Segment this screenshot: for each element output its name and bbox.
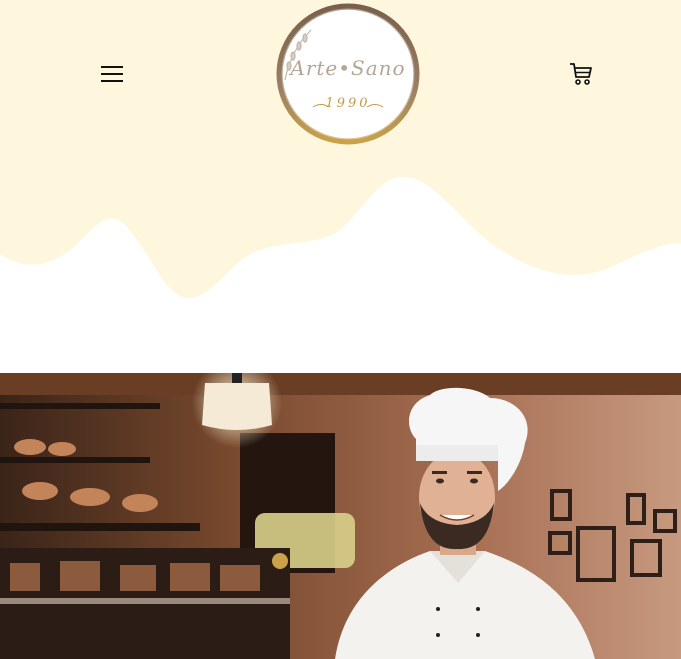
shopping-cart-icon [570, 63, 592, 85]
logo-name: Arte•Sano [290, 56, 406, 80]
logo-year: 1990 [325, 96, 371, 111]
hero-image [0, 373, 681, 659]
site-header: Arte•Sano 1990 [0, 0, 681, 300]
cart-button[interactable] [564, 57, 598, 91]
wave-divider [0, 177, 681, 300]
menu-button[interactable] [96, 58, 128, 90]
hamburger-menu-icon [101, 66, 123, 82]
brand-logo[interactable]: Arte•Sano 1990 [271, 0, 425, 150]
chef-in-bakery-photo [0, 373, 681, 659]
